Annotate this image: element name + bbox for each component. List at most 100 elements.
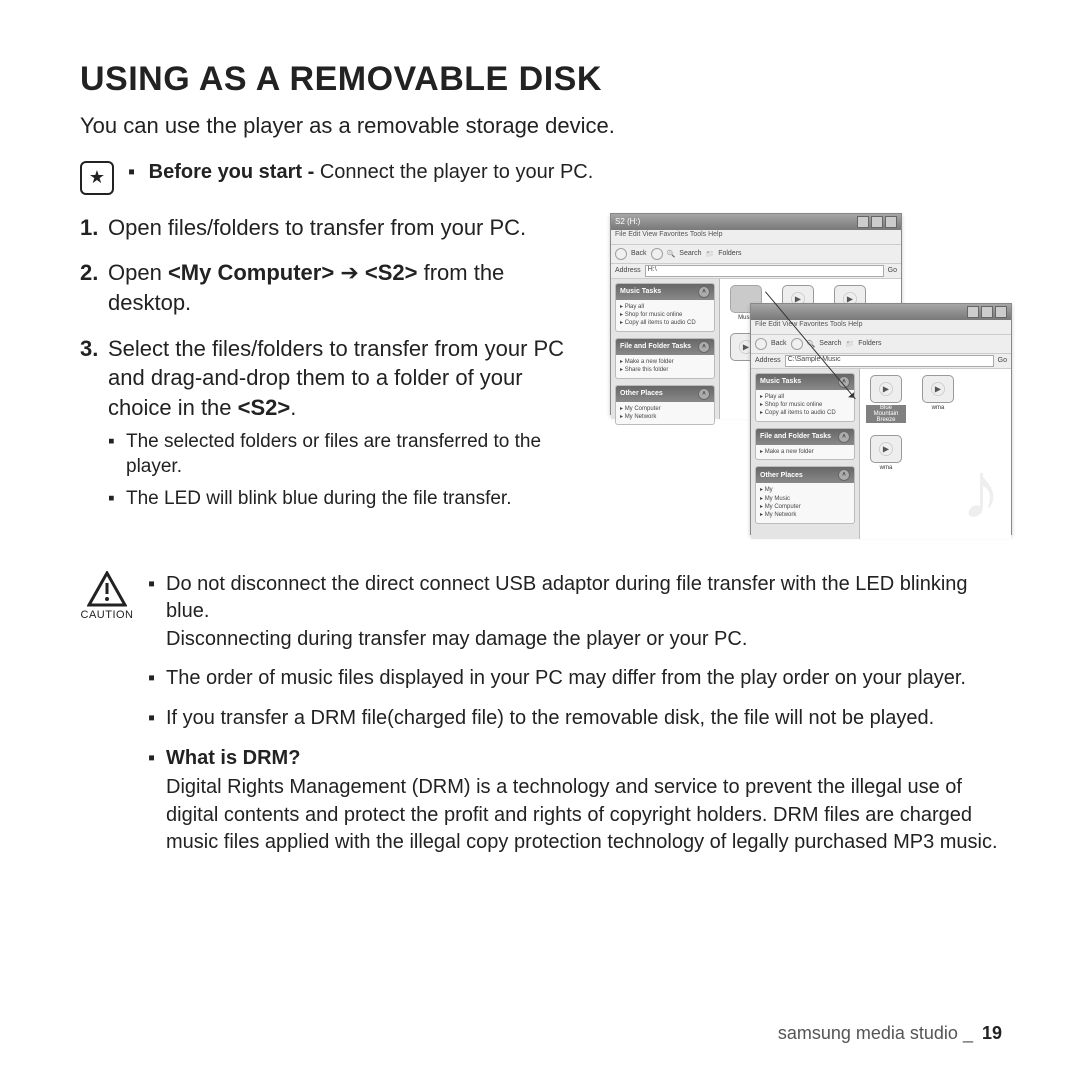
task-item[interactable]: Copy all items to audio CD: [620, 319, 710, 327]
step-1-text: Open files/folders to transfer from your…: [108, 215, 526, 240]
caution-1-line1: Do not disconnect the direct connect USB…: [166, 573, 968, 623]
explorer-window-source: File Edit View Favorites Tools Help Back…: [750, 303, 1012, 535]
other-places-header[interactable]: Other Places˄: [756, 467, 854, 483]
side-tasks-pane: Music Tasks˄ Play all Shop for music onl…: [611, 279, 720, 419]
maximize-icon[interactable]: [981, 306, 993, 318]
step-2-prefix: Open: [108, 260, 168, 285]
file-item-selected[interactable]: Blue Mountain Breeze: [866, 375, 906, 423]
menu-bar[interactable]: File Edit View Favorites Tools Help: [751, 320, 1011, 335]
step-2-bold-2: <S2>: [365, 260, 418, 285]
address-field[interactable]: C:\Sample Music: [785, 355, 994, 367]
chevron-icon[interactable]: ˄: [698, 388, 710, 400]
drm-body: Digital Rights Management (DRM) is a tec…: [166, 774, 1010, 857]
file-folder-tasks-header[interactable]: File and Folder Tasks˄: [756, 429, 854, 445]
maximize-icon[interactable]: [871, 216, 883, 228]
other-places-header[interactable]: Other Places˄: [616, 386, 714, 402]
back-icon[interactable]: [755, 338, 767, 350]
chevron-icon[interactable]: ˄: [838, 431, 850, 443]
task-item[interactable]: Copy all items to audio CD: [760, 409, 850, 417]
note-body: Connect the player to your PC.: [320, 161, 593, 183]
caution-triangle-icon: [87, 571, 127, 607]
task-item[interactable]: My Computer: [760, 503, 850, 511]
address-bar[interactable]: Address C:\Sample Music Go: [751, 354, 1011, 369]
task-item[interactable]: My Network: [620, 413, 710, 421]
side-tasks-pane: Music Tasks˄ Play all Shop for music onl…: [751, 369, 860, 539]
minimize-icon[interactable]: [857, 216, 869, 228]
minimize-icon[interactable]: [967, 306, 979, 318]
back-label: Back: [631, 250, 647, 257]
task-item[interactable]: My Network: [760, 511, 850, 519]
caution-item-drm: What is DRM? Digital Rights Management (…: [148, 745, 1010, 857]
chevron-icon[interactable]: ˄: [698, 341, 710, 353]
caution-label: CAUTION: [80, 609, 134, 621]
task-item[interactable]: Play all: [620, 303, 710, 311]
toolbar[interactable]: Back 🔍Search 📁Folders: [611, 245, 901, 264]
page-footer: samsung media studio _ 19: [778, 1023, 1002, 1044]
toolbar[interactable]: Back 🔍Search 📁Folders: [751, 335, 1011, 354]
caution-item-1: Do not disconnect the direct connect USB…: [148, 571, 1010, 654]
music-tasks-header[interactable]: Music Tasks˄: [756, 374, 854, 390]
music-note-watermark-icon: ♪: [961, 451, 1001, 531]
step-2-bold-1: <My Computer>: [168, 260, 334, 285]
file-item[interactable]: wma: [918, 375, 958, 423]
step-3-text-a: Select the files/folders to transfer fro…: [108, 336, 564, 420]
task-item[interactable]: Shop for music online: [620, 311, 710, 319]
step-3-sub-1: The selected folders or files are transf…: [108, 429, 592, 480]
folders-label: Folders: [718, 250, 741, 257]
back-label: Back: [771, 340, 787, 347]
task-item[interactable]: My Computer: [620, 405, 710, 413]
note-lead: Before you start -: [149, 161, 320, 183]
chevron-icon[interactable]: ˄: [698, 286, 710, 298]
task-item[interactable]: Shop for music online: [760, 401, 850, 409]
star-icon: ★: [80, 161, 114, 195]
close-icon[interactable]: [995, 306, 1007, 318]
folders-label: Folders: [858, 340, 881, 347]
folders-icon[interactable]: 📁: [845, 340, 854, 348]
window-buttons: [857, 216, 897, 228]
task-item[interactable]: Share this folder: [620, 366, 710, 374]
task-item[interactable]: Play all: [760, 393, 850, 401]
task-item[interactable]: Make a new folder: [760, 448, 850, 456]
caution-item-2: The order of music files displayed in yo…: [148, 665, 1010, 693]
step-3-sub-2: The LED will blink blue during the file …: [108, 486, 592, 512]
footer-section: samsung media studio _: [778, 1023, 973, 1043]
drm-question: What is DRM?: [166, 747, 300, 769]
file-folder-tasks-header[interactable]: File and Folder Tasks˄: [616, 339, 714, 355]
back-icon[interactable]: [615, 248, 627, 260]
search-icon[interactable]: 🔍: [807, 340, 816, 348]
address-bar[interactable]: Address H:\ Go: [611, 264, 901, 279]
task-item[interactable]: My Music: [760, 495, 850, 503]
window-titlebar: [751, 304, 1011, 320]
step-2-arrow: ➔: [334, 260, 365, 285]
menu-bar[interactable]: File Edit View Favorites Tools Help: [611, 230, 901, 245]
window-titlebar: S2 (H:): [611, 214, 901, 230]
file-label: wma: [866, 465, 906, 471]
file-label: Blue Mountain Breeze: [866, 405, 906, 423]
step-3-bold: <S2>: [238, 395, 291, 420]
step-3-text-c: .: [290, 395, 296, 420]
search-icon[interactable]: 🔍: [667, 250, 676, 258]
step-1: Open files/folders to transfer from your…: [80, 213, 592, 243]
caution-badge: CAUTION: [80, 571, 134, 621]
file-area[interactable]: Blue Mountain Breeze wma wma ♪: [860, 369, 1011, 539]
chevron-icon[interactable]: ˄: [838, 376, 850, 388]
go-icon[interactable]: Go: [998, 357, 1007, 364]
task-item[interactable]: Make a new folder: [620, 358, 710, 366]
window-buttons: [967, 306, 1007, 318]
file-item[interactable]: wma: [866, 435, 906, 471]
go-icon[interactable]: Go: [888, 267, 897, 274]
file-label: wma: [918, 405, 958, 411]
forward-icon[interactable]: [791, 338, 803, 350]
close-icon[interactable]: [885, 216, 897, 228]
forward-icon[interactable]: [651, 248, 663, 260]
task-item[interactable]: My: [760, 486, 850, 494]
step-2: Open <My Computer> ➔ <S2> from the deskt…: [80, 258, 592, 317]
folders-icon[interactable]: 📁: [705, 250, 714, 258]
before-you-start-note: ★ Before you start - Connect the player …: [80, 159, 1010, 195]
address-label: Address: [755, 357, 781, 364]
chevron-icon[interactable]: ˄: [838, 469, 850, 481]
note-text: Before you start - Connect the player to…: [128, 159, 593, 186]
page-title: USING AS A REMOVABLE DISK: [80, 60, 1010, 99]
address-field[interactable]: H:\: [645, 265, 884, 277]
music-tasks-header[interactable]: Music Tasks˄: [616, 284, 714, 300]
